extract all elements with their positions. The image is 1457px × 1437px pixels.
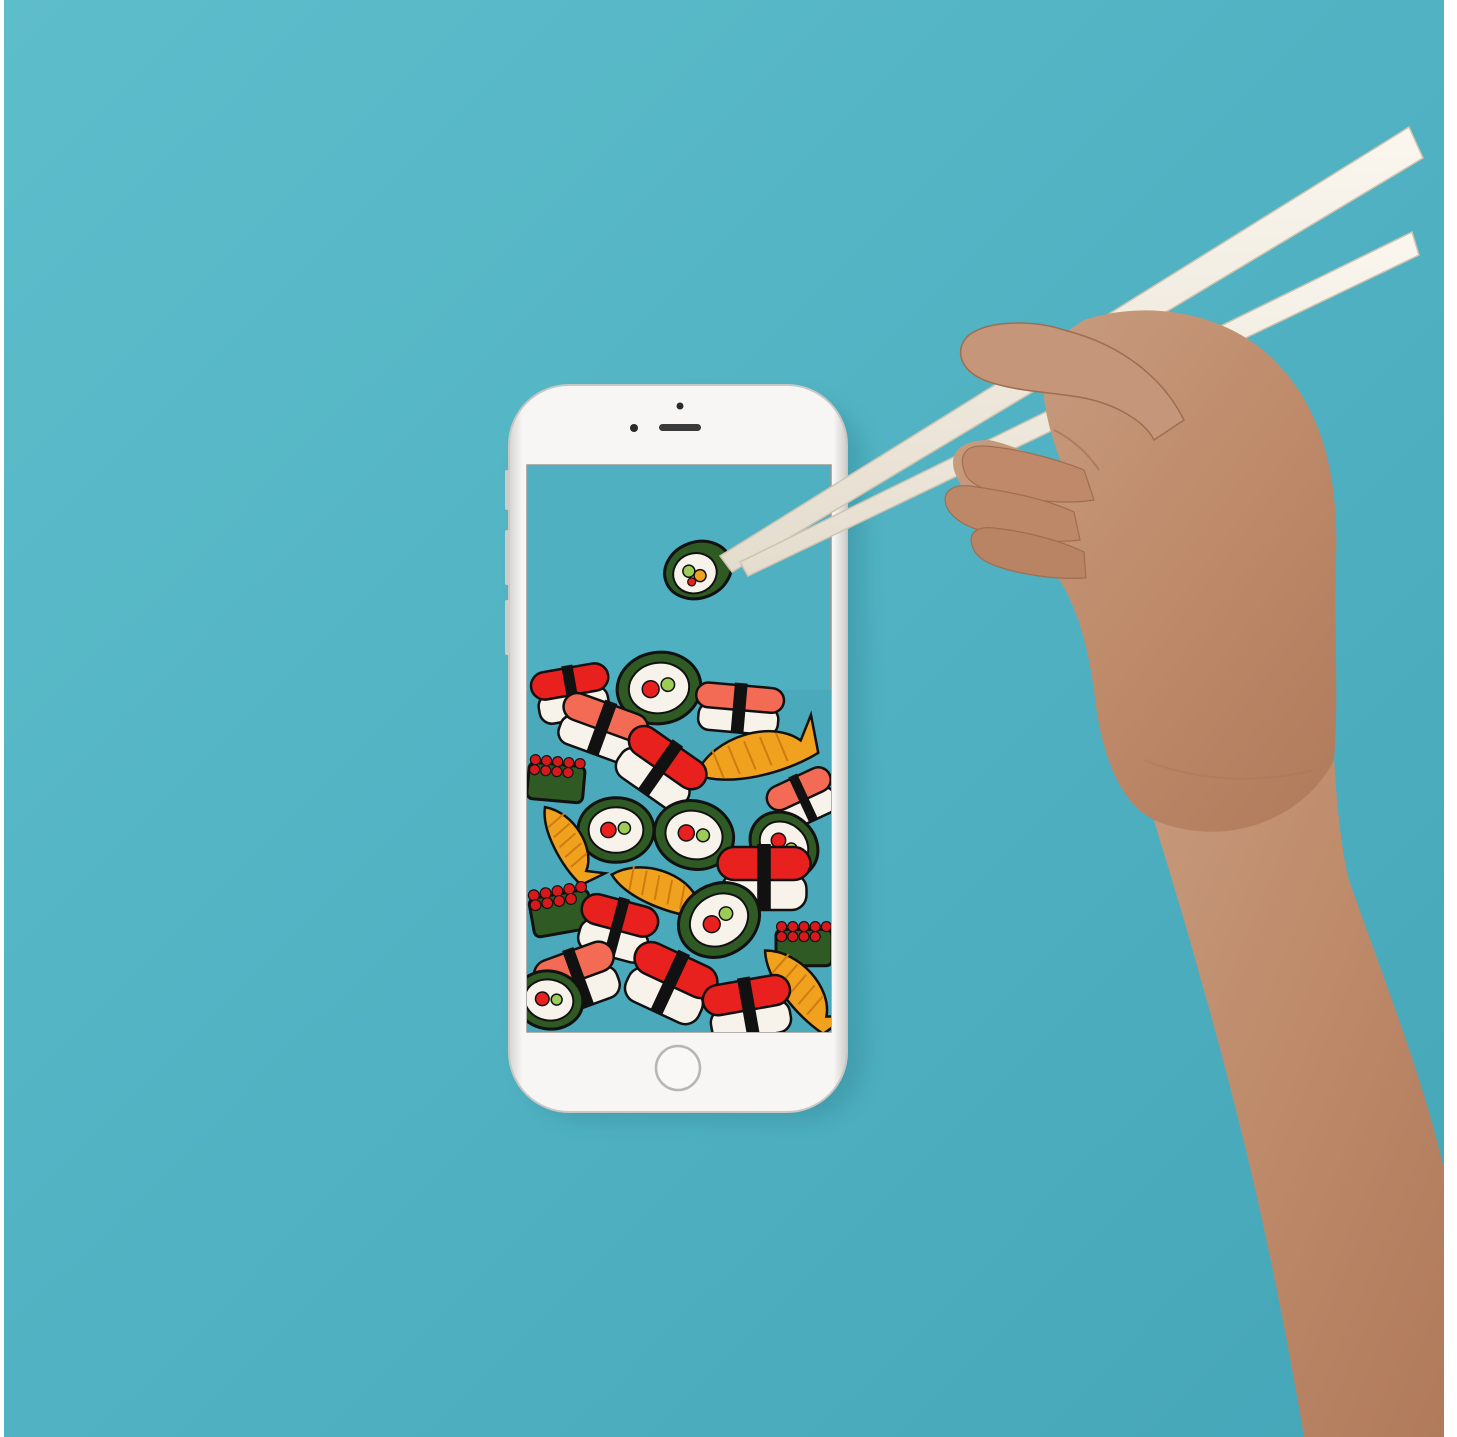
camera-icon — [676, 402, 684, 410]
home-button-icon — [654, 1044, 702, 1092]
sushi-gunkan-roe — [527, 754, 587, 805]
sushi-roll — [576, 796, 656, 864]
sensor-icon — [630, 424, 638, 432]
sushi-nigiri-salmon — [694, 681, 786, 737]
phone-volume-up — [505, 530, 510, 585]
photo-canvas — [4, 0, 1444, 1437]
photo-scene — [4, 0, 1444, 1437]
phone-side-button — [505, 470, 510, 510]
phone-volume-down — [505, 600, 510, 655]
sushi-pile — [527, 650, 831, 1032]
earpiece-icon — [659, 424, 701, 431]
